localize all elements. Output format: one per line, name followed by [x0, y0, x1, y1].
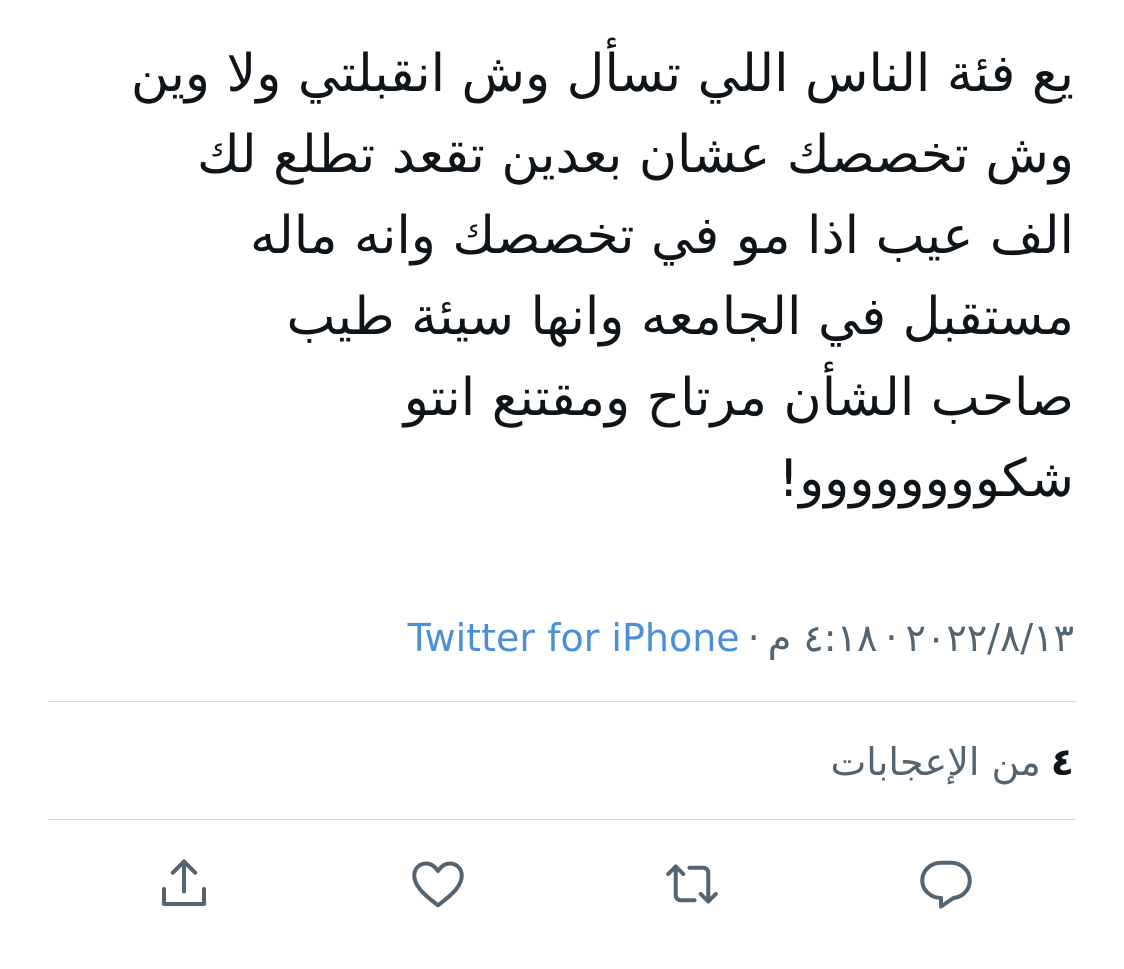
tweet-actions-bar: [0, 852, 1124, 922]
tweet-meta: ٢٠٢٢/٨/١٣·٤:١٨ م·Twitter for iPhone: [408, 610, 1074, 666]
like-button[interactable]: [406, 852, 470, 916]
tweet-text-line: الف عيب اذا مو في تخصصك وانه ماله: [250, 206, 1074, 266]
retweet-icon: [666, 864, 718, 904]
likes-count: ٤: [1050, 740, 1074, 784]
meta-separator: ·: [747, 616, 760, 660]
share-button[interactable]: [152, 852, 216, 916]
reply-icon: [920, 860, 972, 909]
tweet-time[interactable]: ٤:١٨ م: [768, 616, 878, 660]
likes-label: من الإعجابات: [830, 740, 1041, 784]
divider: [48, 701, 1076, 702]
divider: [48, 819, 1076, 820]
tweet-text-line: مستقبل في الجامعه وانها سيئة طيب: [286, 287, 1075, 347]
retweet-button[interactable]: [660, 852, 724, 916]
likes-stat[interactable]: ٤من الإعجابات: [830, 734, 1074, 790]
reply-button[interactable]: [914, 852, 978, 916]
meta-separator: ·: [885, 616, 898, 660]
tweet-source-link[interactable]: Twitter for iPhone: [408, 616, 740, 660]
tweet-date[interactable]: ٢٠٢٢/٨/١٣: [906, 616, 1074, 660]
share-icon: [162, 859, 206, 906]
tweet-text-line: صاحب الشأن مرتاح ومقتنع انتو: [403, 368, 1074, 428]
tweet-text: يع فئة الناس اللي تسأل وش انقبلتي ولا وي…: [74, 34, 1074, 520]
tweet-text-line: شكوووووووو!: [778, 449, 1074, 509]
tweet-text-line: وش تخصصك عشان بعدين تقعد تطلع لك: [196, 125, 1074, 185]
tweet-detail: يع فئة الناس اللي تسأل وش انقبلتي ولا وي…: [0, 0, 1124, 969]
tweet-text-line: يع فئة الناس اللي تسأل وش انقبلتي ولا وي…: [130, 44, 1074, 104]
heart-icon: [412, 861, 464, 908]
